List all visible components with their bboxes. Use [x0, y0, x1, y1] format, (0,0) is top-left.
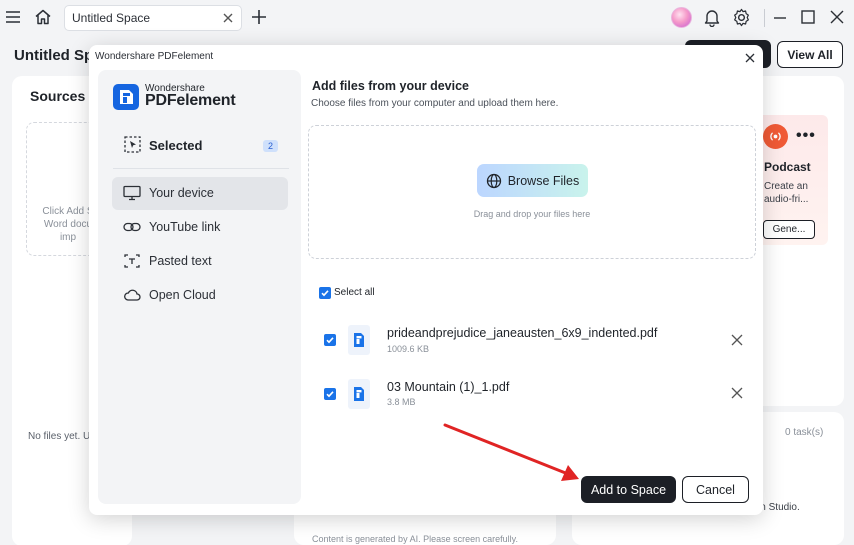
sidebar-item-open-cloud[interactable]: Open Cloud	[112, 279, 288, 312]
title-bar: Untitled Space	[0, 0, 854, 36]
sidebar-item-label: YouTube link	[149, 220, 221, 234]
paste-text-icon	[123, 253, 141, 269]
view-all-button[interactable]: View All	[777, 41, 843, 68]
file-size: 3.8 MB	[387, 397, 416, 407]
plus-icon[interactable]	[250, 8, 268, 26]
sidebar-item-label: Open Cloud	[149, 288, 216, 302]
pdfelement-logo-icon	[113, 84, 139, 110]
sources-title: Sources	[30, 88, 86, 104]
podcast-icon	[763, 124, 788, 149]
close-icon[interactable]	[744, 51, 756, 69]
select-all-checkbox[interactable]	[319, 287, 331, 299]
generate-button[interactable]: Gene...	[763, 220, 815, 239]
globe-icon	[486, 173, 502, 189]
file-checkbox[interactable]	[324, 388, 336, 400]
minimize-icon[interactable]	[772, 10, 788, 26]
cancel-button[interactable]: Cancel	[682, 476, 749, 503]
monitor-icon	[123, 185, 141, 201]
tab-label: Untitled Space	[72, 11, 151, 25]
cloud-icon	[123, 287, 141, 303]
select-all-label: Select all	[334, 287, 375, 298]
podcast-description: Create an audio-fri...	[764, 181, 809, 205]
pdf-file-icon	[347, 324, 371, 356]
file-name: prideandprejudice_janeausten_6x9_indente…	[387, 326, 658, 340]
pdf-file-icon	[347, 378, 371, 410]
selected-label[interactable]: Selected	[149, 138, 202, 153]
gear-icon[interactable]	[732, 8, 751, 27]
home-icon[interactable]	[34, 8, 52, 26]
logo-product-text: PDFelement	[145, 92, 236, 109]
add-files-subtitle: Choose files from your computer and uplo…	[311, 98, 559, 109]
tab-untitled-space[interactable]: Untitled Space	[64, 5, 242, 31]
no-files-text: No files yet. U	[28, 431, 91, 442]
drag-drop-hint: Drag and drop your files here	[473, 209, 591, 219]
dialog-title: Wondershare PDFelement	[95, 51, 214, 62]
file-checkbox[interactable]	[324, 334, 336, 346]
titlebar-divider	[764, 9, 765, 27]
browse-files-label: Browse Files	[507, 173, 580, 188]
add-files-title: Add files from your device	[312, 79, 469, 93]
more-icon[interactable]: •••	[796, 127, 816, 145]
bell-icon[interactable]	[703, 8, 721, 27]
sidebar-divider	[113, 168, 289, 169]
window-close-icon[interactable]	[829, 9, 845, 25]
remove-file-icon[interactable]	[730, 333, 744, 347]
sidebar-item-label: Your device	[149, 186, 214, 200]
file-name: 03 Mountain (1)_1.pdf	[387, 380, 510, 394]
close-icon[interactable]	[221, 11, 235, 28]
add-to-space-button[interactable]: Add to Space	[581, 476, 676, 503]
ai-disclaimer: Content is generated by AI. Please scree…	[312, 534, 518, 544]
remove-file-icon[interactable]	[730, 386, 744, 400]
podcast-title: Podcast	[764, 160, 811, 174]
menu-icon[interactable]	[5, 10, 21, 24]
selected-icon	[124, 136, 141, 158]
sidebar-item-youtube-link[interactable]: YouTube link	[112, 211, 288, 244]
browse-files-button[interactable]: Browse Files	[477, 164, 588, 197]
selected-count-badge: 2	[263, 140, 278, 152]
file-size: 1009.6 KB	[387, 344, 430, 354]
maximize-icon[interactable]	[800, 9, 816, 25]
sidebar-item-label: Pasted text	[149, 254, 212, 268]
sidebar-item-pasted-text[interactable]: Pasted text	[112, 245, 288, 278]
sidebar-item-your-device[interactable]: Your device	[112, 177, 288, 210]
annotation-arrow-icon	[440, 420, 585, 490]
link-icon	[123, 219, 141, 235]
avatar[interactable]	[671, 7, 692, 28]
tasks-count: 0 task(s)	[785, 427, 824, 438]
